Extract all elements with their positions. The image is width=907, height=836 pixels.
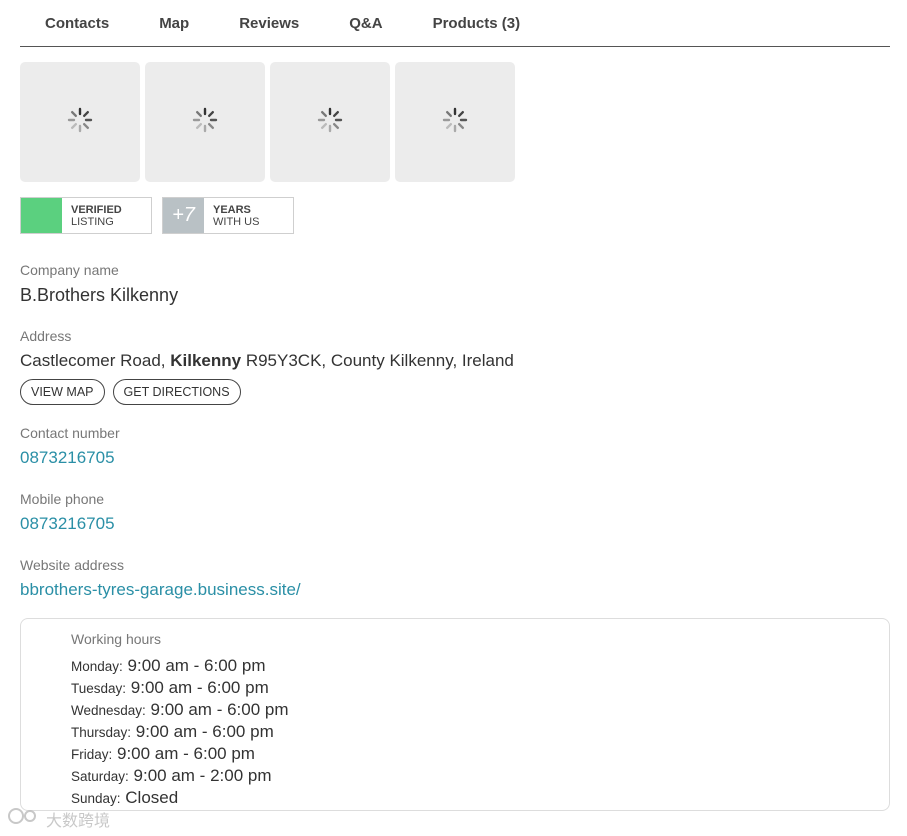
badge-years-line1: YEARS — [213, 203, 251, 216]
years-number: +7 — [163, 198, 204, 233]
hours-day: Saturday: — [71, 769, 129, 784]
company-name-field: Company name B.Brothers Kilkenny — [20, 262, 178, 306]
view-map-button[interactable]: VIEW MAP — [20, 379, 105, 405]
hours-day: Sunday: — [71, 791, 121, 806]
company-name-value: B.Brothers Kilkenny — [20, 285, 179, 305]
address-actions: VIEW MAP GET DIRECTIONS — [20, 379, 241, 405]
photo-thumbnail[interactable] — [395, 62, 515, 182]
hours-row: Tuesday: 9:00 am - 6:00 pm — [71, 677, 889, 699]
loading-spinner-icon — [192, 107, 218, 138]
tab-reviews[interactable]: Reviews — [214, 15, 324, 32]
working-hours-title: Working hours — [71, 631, 162, 647]
loading-spinner-icon — [67, 107, 93, 138]
hours-row: Sunday: Closed — [71, 787, 889, 809]
tab-products[interactable]: Products (3) — [408, 15, 546, 32]
photo-thumbnail[interactable] — [20, 62, 140, 182]
badge-verified-line1: VERIFIED — [71, 203, 122, 216]
contact-number-link[interactable]: 0873216705 — [20, 448, 120, 468]
website-field: Website address bbrothers-tyres-garage.b… — [20, 557, 301, 600]
address-label: Address — [20, 328, 72, 344]
mobile-phone-link[interactable]: 0873216705 — [20, 514, 115, 534]
working-hours-card: Working hours Monday: 9:00 am - 6:00 pm … — [20, 618, 890, 811]
mobile-phone-field: Mobile phone 0873216705 — [20, 491, 115, 534]
hours-time: 9:00 am - 6:00 pm — [135, 722, 274, 741]
address-value: Castlecomer Road, Kilkenny R95Y3CK, Coun… — [20, 351, 514, 371]
contact-number-label: Contact number — [20, 425, 120, 441]
tab-contacts[interactable]: Contacts — [20, 15, 134, 32]
hours-row: Friday: 9:00 am - 6:00 pm — [71, 743, 889, 765]
company-name-label: Company name — [20, 262, 119, 278]
watermark: 大数跨境 — [8, 806, 110, 831]
loading-spinner-icon — [317, 107, 343, 138]
tab-bar: Contacts Map Reviews Q&A Products (3) — [20, 0, 890, 47]
tab-map[interactable]: Map — [134, 15, 214, 32]
hours-day: Monday: — [71, 659, 123, 674]
hours-day: Thursday: — [71, 725, 132, 740]
hours-time: 9:00 am - 6:00 pm — [127, 656, 266, 675]
hours-time: 9:00 am - 6:00 pm — [130, 678, 269, 697]
loading-spinner-icon — [442, 107, 468, 138]
hours-row: Monday: 9:00 am - 6:00 pm — [71, 655, 889, 677]
photo-gallery — [20, 62, 515, 182]
address-city: Kilkenny — [170, 351, 242, 370]
watermark-logo-icon — [8, 806, 42, 831]
hours-day: Tuesday: — [71, 681, 127, 696]
badge-years-line2: WITH US — [213, 215, 260, 228]
verified-swatch — [21, 198, 62, 233]
hours-time: Closed — [125, 788, 179, 807]
hours-time: 9:00 am - 6:00 pm — [117, 744, 255, 763]
get-directions-button[interactable]: GET DIRECTIONS — [112, 379, 241, 405]
hours-row: Saturday: 9:00 am - 2:00 pm — [71, 765, 889, 787]
photo-thumbnail[interactable] — [270, 62, 390, 182]
hours-row: Thursday: 9:00 am - 6:00 pm — [71, 721, 889, 743]
address-rest: R95Y3CK, County Kilkenny, Ireland — [241, 351, 514, 370]
badges-row: VERIFIED LISTING +7 YEARS WITH US — [20, 197, 294, 234]
hours-time: 9:00 am - 2:00 pm — [133, 766, 272, 785]
badge-verified-line2: LISTING — [71, 215, 114, 228]
years-with-us-badge: +7 YEARS WITH US — [162, 197, 294, 234]
tab-qa[interactable]: Q&A — [324, 15, 407, 32]
hours-day: Friday: — [71, 747, 113, 762]
photo-thumbnail[interactable] — [145, 62, 265, 182]
address-field: Address Castlecomer Road, Kilkenny R95Y3… — [20, 328, 514, 371]
hours-day: Wednesday: — [71, 703, 146, 718]
website-link[interactable]: bbrothers-tyres-garage.business.site/ — [20, 580, 301, 600]
mobile-phone-label: Mobile phone — [20, 491, 105, 507]
hours-row: Wednesday: 9:00 am - 6:00 pm — [71, 699, 889, 721]
address-street: Castlecomer Road, — [20, 351, 171, 370]
contact-number-field: Contact number 0873216705 — [20, 425, 120, 468]
website-label: Website address — [20, 557, 125, 573]
watermark-text: 大数跨境 — [46, 812, 111, 830]
verified-listing-badge: VERIFIED LISTING — [20, 197, 152, 234]
hours-time: 9:00 am - 6:00 pm — [150, 700, 289, 719]
